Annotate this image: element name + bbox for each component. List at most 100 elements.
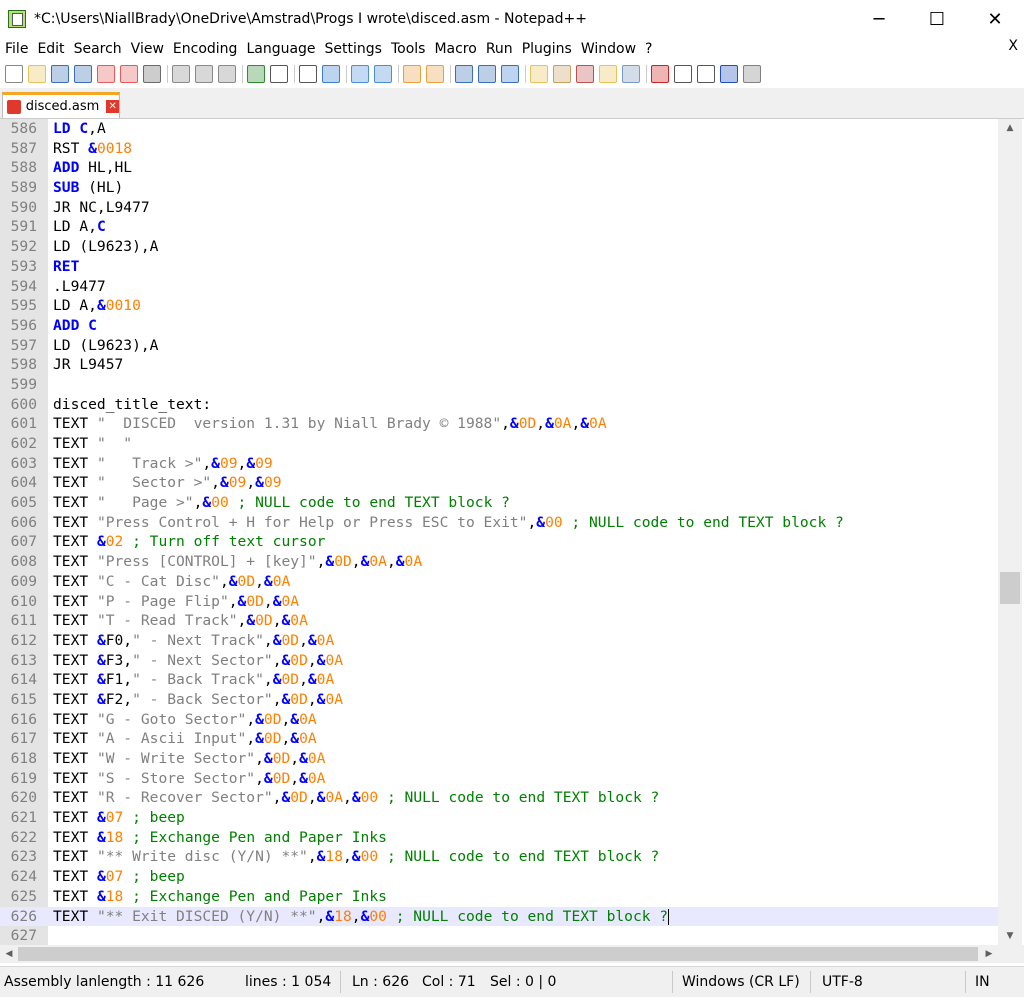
- code-line[interactable]: 609 TEXT "C - Cat Disc",&0D,&0A: [0, 572, 998, 592]
- paste-icon[interactable]: [218, 65, 236, 83]
- replace-icon[interactable]: [322, 65, 340, 83]
- tab-close-icon[interactable]: ✕: [106, 100, 119, 113]
- code-line[interactable]: 627: [0, 926, 998, 945]
- code-line[interactable]: 600 disced_title_text:: [0, 395, 998, 415]
- minimize-button[interactable]: ─: [850, 0, 908, 38]
- new-file-icon[interactable]: [5, 65, 23, 83]
- code-line[interactable]: 625 TEXT &18 ; Exchange Pen and Paper Ink…: [0, 887, 998, 907]
- menu-edit[interactable]: Edit: [32, 41, 68, 57]
- code-line[interactable]: 595 LD A,&0010: [0, 296, 998, 316]
- status-eol[interactable]: Windows (CR LF): [682, 967, 807, 997]
- menu-language[interactable]: Language: [241, 41, 319, 57]
- code-line[interactable]: 614 TEXT &F1," - Back Track",&0D,&0A: [0, 670, 998, 690]
- code-line[interactable]: 605 TEXT " Page >",&00 ; NULL code to end…: [0, 493, 998, 513]
- code-line[interactable]: 586 LD C,A: [0, 119, 998, 139]
- cut-icon[interactable]: [172, 65, 190, 83]
- code-line[interactable]: 608 TEXT "Press [CONTROL] + [key]",&0D,&0…: [0, 552, 998, 572]
- close-icon[interactable]: [97, 65, 115, 83]
- code-line[interactable]: 622 TEXT &18 ; Exchange Pen and Paper Ink…: [0, 828, 998, 848]
- code-line[interactable]: 615 TEXT &F2," - Back Sector",&0D,&0A: [0, 690, 998, 710]
- code-line[interactable]: 616 TEXT "G - Goto Sector",&0D,&0A: [0, 710, 998, 730]
- monitoring-icon[interactable]: [622, 65, 640, 83]
- stop-macro-icon[interactable]: [674, 65, 692, 83]
- code-line[interactable]: 623 TEXT "** Write disc (Y/N) **",&18,&00…: [0, 847, 998, 867]
- save-all-icon[interactable]: [74, 65, 92, 83]
- indent-guide-icon[interactable]: [501, 65, 519, 83]
- menu-file[interactable]: File: [0, 41, 32, 57]
- code-line[interactable]: 611 TEXT "T - Read Track",&0D,&0A: [0, 611, 998, 631]
- code-line[interactable]: 599: [0, 375, 998, 395]
- folder-workspace-icon[interactable]: [599, 65, 617, 83]
- code-line[interactable]: 607 TEXT &02 ; Turn off text cursor: [0, 532, 998, 552]
- code-line[interactable]: 620 TEXT "R - Recover Sector",&0D,&0A,&00…: [0, 788, 998, 808]
- code-line[interactable]: 587 RST &0018: [0, 139, 998, 159]
- code-line[interactable]: 588 ADD HL,HL: [0, 158, 998, 178]
- menu-window[interactable]: Window: [576, 41, 640, 57]
- scroll-right-icon[interactable]: ▶: [980, 945, 998, 963]
- menu-run[interactable]: Run: [481, 41, 517, 57]
- scroll-left-icon[interactable]: ◀: [0, 945, 18, 963]
- undo-icon[interactable]: [247, 65, 265, 83]
- menu-help[interactable]: ?: [640, 41, 656, 57]
- zoom-out-icon[interactable]: [374, 65, 392, 83]
- record-macro-icon[interactable]: [651, 65, 669, 83]
- menu-tools[interactable]: Tools: [386, 41, 430, 57]
- code-line[interactable]: 613 TEXT &F3," - Next Sector",&0D,&0A: [0, 651, 998, 671]
- menu-macro[interactable]: Macro: [429, 41, 480, 57]
- code-line[interactable]: 590 JR NC,L9477: [0, 198, 998, 218]
- menu-search[interactable]: Search: [69, 41, 126, 57]
- save-macro-icon[interactable]: [743, 65, 761, 83]
- open-file-icon[interactable]: [28, 65, 46, 83]
- code-line[interactable]: 617 TEXT "A - Ascii Input",&0D,&0A: [0, 729, 998, 749]
- maximize-button[interactable]: ☐: [908, 0, 966, 38]
- code-line[interactable]: 593 RET: [0, 257, 998, 277]
- code-line[interactable]: 602 TEXT " ": [0, 434, 998, 454]
- code-line[interactable]: 594 .L9477: [0, 277, 998, 297]
- function-list-icon[interactable]: [576, 65, 594, 83]
- save-icon[interactable]: [51, 65, 69, 83]
- horizontal-scroll-thumb[interactable]: [18, 947, 978, 961]
- code-line[interactable]: 597 LD (L9623),A: [0, 336, 998, 356]
- close-button[interactable]: ✕: [966, 0, 1024, 38]
- zoom-in-icon[interactable]: [351, 65, 369, 83]
- tab-disced-asm[interactable]: disced.asm ✕: [2, 92, 120, 118]
- redo-icon[interactable]: [270, 65, 288, 83]
- run-macro-multiple-icon[interactable]: [720, 65, 738, 83]
- vertical-scroll-thumb[interactable]: [1000, 572, 1020, 604]
- print-icon[interactable]: [143, 65, 161, 83]
- scroll-down-icon[interactable]: ▼: [998, 927, 1022, 945]
- play-macro-icon[interactable]: [697, 65, 715, 83]
- find-icon[interactable]: [299, 65, 317, 83]
- code-line[interactable]: 621 TEXT &07 ; beep: [0, 808, 998, 828]
- document-map-icon[interactable]: [553, 65, 571, 83]
- code-line[interactable]: 603 TEXT " Track >",&09,&09: [0, 454, 998, 474]
- menu-view[interactable]: View: [126, 41, 168, 57]
- code-line[interactable]: 598 JR L9457: [0, 355, 998, 375]
- close-document-button[interactable]: X: [1008, 38, 1018, 54]
- code-line[interactable]: 604 TEXT " Sector >",&09,&09: [0, 473, 998, 493]
- code-line[interactable]: 618 TEXT "W - Write Sector",&0D,&0A: [0, 749, 998, 769]
- code-line[interactable]: 592 LD (L9623),A: [0, 237, 998, 257]
- sync-vertical-icon[interactable]: [403, 65, 421, 83]
- menu-plugins[interactable]: Plugins: [517, 41, 576, 57]
- code-line[interactable]: 596 ADD C: [0, 316, 998, 336]
- code-line[interactable]: 591 LD A,C: [0, 217, 998, 237]
- code-line[interactable]: 589 SUB (HL): [0, 178, 998, 198]
- vertical-scrollbar[interactable]: ▲ ▼: [998, 119, 1022, 945]
- code-line[interactable]: 626 TEXT "** Exit DISCED (Y/N) **",&18,&0…: [0, 906, 998, 927]
- sync-horizontal-icon[interactable]: [426, 65, 444, 83]
- menu-encoding[interactable]: Encoding: [168, 41, 242, 57]
- show-all-chars-icon[interactable]: [478, 65, 496, 83]
- code-line[interactable]: 601 TEXT " DISCED version 1.31 by Niall B…: [0, 414, 998, 434]
- code-line[interactable]: 619 TEXT "S - Store Sector",&0D,&0A: [0, 769, 998, 789]
- menu-settings[interactable]: Settings: [320, 41, 386, 57]
- copy-icon[interactable]: [195, 65, 213, 83]
- scroll-up-icon[interactable]: ▲: [998, 119, 1022, 137]
- code-line[interactable]: 606 TEXT "Press Control + H for Help or P…: [0, 513, 998, 533]
- code-line[interactable]: 610 TEXT "P - Page Flip",&0D,&0A: [0, 592, 998, 612]
- code-editor[interactable]: 586 LD C,A 587 RST &0018 588 ADD HL,HL 589 SUB …: [0, 119, 998, 945]
- code-line[interactable]: 612 TEXT &F0," - Next Track",&0D,&0A: [0, 631, 998, 651]
- code-line[interactable]: 624 TEXT &07 ; beep: [0, 867, 998, 887]
- close-all-icon[interactable]: [120, 65, 138, 83]
- horizontal-scrollbar[interactable]: ◀ ▶: [0, 945, 998, 963]
